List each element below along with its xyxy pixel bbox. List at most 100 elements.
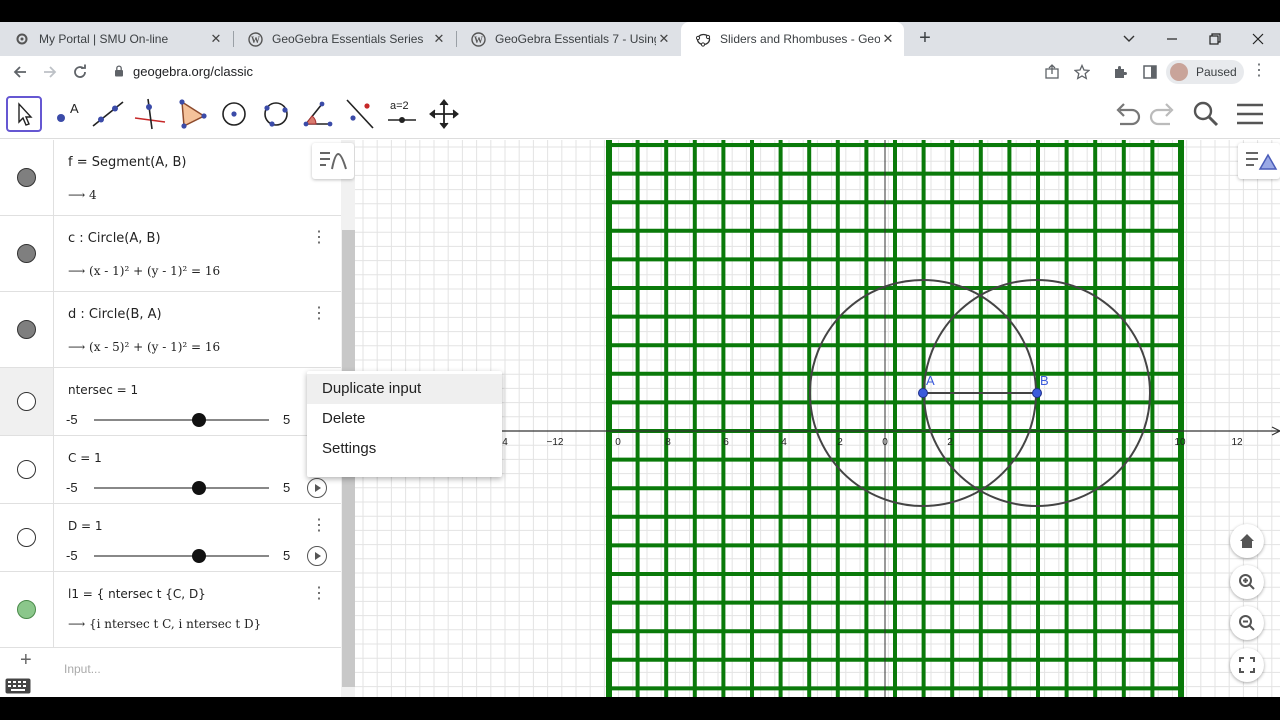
algebra-style-icon [320,152,347,170]
close-tab-icon[interactable]: ✕ [431,31,447,47]
close-tab-icon[interactable]: ✕ [656,31,672,47]
extensions-puzzle-icon[interactable] [1110,62,1130,82]
x-tick-label: 10 [1174,437,1186,448]
lock-icon[interactable] [114,65,124,77]
visibility-marble[interactable] [17,168,36,187]
circle-three-points-icon [264,102,288,127]
visibility-marble[interactable] [17,244,36,263]
browser-tab-portal[interactable]: My Portal | SMU On-line ✕ [0,22,232,56]
main-menu-button[interactable] [1234,99,1266,129]
back-arrow-icon[interactable] [8,60,32,84]
point-icon: A [57,101,79,122]
slider-track[interactable] [94,487,269,489]
algebra-stylebar-toggle[interactable] [312,143,354,179]
redo-button[interactable] [1146,99,1178,129]
point-tool-button[interactable]: A [48,96,84,132]
tab-title: GeoGebra Essentials 7 - Using th [495,32,656,46]
algebra-item-l1[interactable]: l1 = { ntersec t {C, D} ⋮ ⟶ {i ntersec t… [0,572,341,648]
item-menu-icon[interactable]: ⋮ [311,516,327,536]
play-animation-icon[interactable] [307,546,327,566]
fullscreen-button[interactable] [1230,648,1264,682]
circle-tool-button[interactable] [216,96,252,132]
zoom-out-button[interactable] [1230,606,1264,640]
polygon-tool-button[interactable] [174,96,210,132]
restore-window-icon[interactable] [1193,22,1237,56]
algebra-definition: c : Circle(A, B) [68,231,161,246]
item-menu-icon[interactable]: ⋮ [311,304,327,324]
x-tick-label: 0 [615,437,621,448]
home-view-button[interactable] [1230,524,1264,558]
angle-tool-button[interactable] [300,96,336,132]
play-animation-icon[interactable] [307,478,327,498]
undo-button[interactable] [1112,99,1144,129]
slider-track[interactable] [94,555,269,557]
side-panel-icon[interactable] [1140,62,1160,82]
x-tick-label: 12 [1231,437,1243,448]
algebra-item-c[interactable]: c : Circle(A, B) ⋮ ⟶ (x - 1)² + (y - 1)²… [0,216,341,292]
move-graphics-tool-button[interactable] [426,96,462,132]
algebra-input[interactable]: Input... [64,662,101,676]
close-tab-icon[interactable]: ✕ [208,31,224,47]
tab-title: GeoGebra Essentials Series [272,32,424,46]
forward-arrow-icon[interactable] [38,60,62,84]
visibility-marble[interactable] [17,460,36,479]
reflect-tool-button[interactable] [342,96,378,132]
algebra-value: ⟶ (x - 5)² + (y - 1)² = 16 [68,340,221,354]
x-tick-label: 8 [665,437,671,448]
algebra-item-d[interactable]: d : Circle(B, A) ⋮ ⟶ (x - 5)² + (y - 1)²… [0,292,341,368]
omnibox[interactable]: geogebra.org/classic [102,59,1102,85]
search-button[interactable] [1190,99,1222,129]
screen: My Portal | SMU On-line ✕ W GeoGebra Ess… [0,0,1280,720]
item-menu-icon[interactable]: ⋮ [311,584,327,604]
duplicate-input-menu-item[interactable]: Duplicate input [307,374,502,404]
algebra-value: ⟶ (x - 1)² + (y - 1)² = 16 [68,264,221,278]
graphics-stylebar-toggle[interactable] [1238,143,1280,179]
algebra-item-slider-D[interactable]: D = 1 ⋮ -5 5 [0,504,341,572]
algebra-item-slider-C[interactable]: C = 1 -5 5 [0,436,341,504]
zoom-in-button[interactable] [1230,565,1264,599]
slider-definition: D = 1 [68,519,103,533]
move-tool-button[interactable] [6,96,42,132]
slider-definition: C = 1 [68,451,102,465]
line-tool-button[interactable] [90,96,126,132]
slider-track[interactable] [94,419,269,421]
minimize-window-icon[interactable] [1150,22,1194,56]
zoom-in-icon [1239,574,1255,590]
visibility-marble[interactable] [17,320,36,339]
tab-search-chevron-icon[interactable] [1107,22,1151,56]
close-tab-icon[interactable]: ✕ [880,31,896,47]
algebra-item-f[interactable]: f = Segment(A, B) ⟶ 4 [0,140,341,216]
angle-icon [303,101,333,127]
browser-menu-icon[interactable]: ⋮ [1251,60,1267,84]
profile-button[interactable]: Paused [1166,60,1244,84]
share-icon[interactable] [1042,62,1062,82]
slider-definition: ntersec = 1 [68,383,139,397]
tab-title: My Portal | SMU On-line [39,32,169,46]
perpendicular-tool-button[interactable] [132,96,168,132]
conic-tool-button[interactable] [258,96,294,132]
visibility-marble[interactable] [17,600,36,619]
delete-menu-item[interactable]: Delete [307,404,502,434]
slider-knob[interactable] [192,413,206,427]
browser-tab-essentials-series[interactable]: W GeoGebra Essentials Series ✕ [233,22,455,56]
add-item-icon[interactable]: + [20,649,32,672]
close-window-icon[interactable] [1236,22,1280,56]
algebra-item-slider-ntersec[interactable]: ntersec = 1 -5 5 [0,368,341,436]
x-tick-label: 4 [781,437,787,448]
slider-tool-button[interactable]: a=2 [384,96,420,132]
slider-knob[interactable] [192,549,206,563]
slider-knob[interactable] [192,481,206,495]
keyboard-icon[interactable] [5,678,31,694]
browser-tab-sliders-rhombuses[interactable]: Sliders and Rhombuses - GeoGe ✕ [681,22,904,56]
new-tab-button[interactable]: + [914,22,936,56]
search-icon [1193,101,1219,127]
browser-tab-essentials-7[interactable]: W GeoGebra Essentials 7 - Using th ✕ [456,22,680,56]
visibility-marble[interactable] [17,392,36,411]
bookmark-star-icon[interactable] [1072,62,1092,82]
settings-menu-item[interactable]: Settings [307,434,502,464]
marble-column [0,368,54,435]
reload-icon[interactable] [68,60,92,84]
algebra-definition: d : Circle(B, A) [68,307,162,322]
visibility-marble[interactable] [17,528,36,547]
item-menu-icon[interactable]: ⋮ [311,228,327,248]
